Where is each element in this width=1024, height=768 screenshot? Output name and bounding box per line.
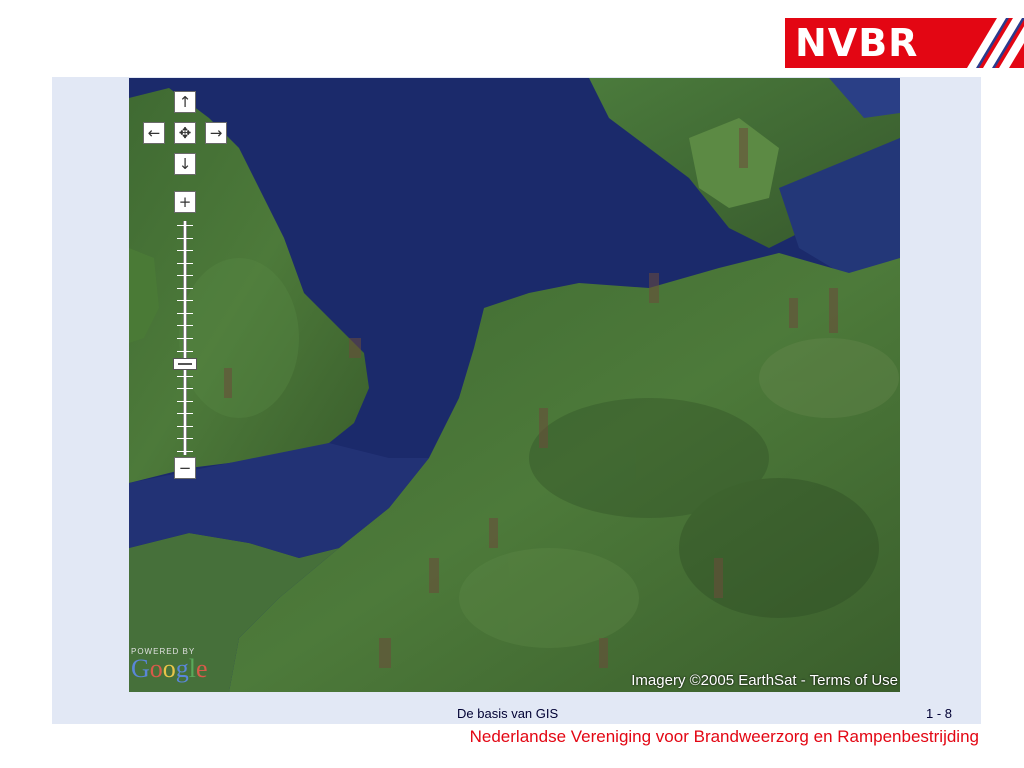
- slide-title: De basis van GIS: [457, 706, 559, 721]
- zoom-tick: [177, 451, 193, 452]
- terms-of-use-link[interactable]: Terms of Use: [810, 672, 898, 689]
- map-attribution: Imagery ©2005 EarthSat - Terms of Use: [631, 672, 898, 689]
- zoom-tick: [177, 300, 193, 301]
- zoom-tick: [177, 225, 193, 226]
- zoom-tick: [177, 438, 193, 439]
- zoom-slider[interactable]: [175, 221, 195, 455]
- zoom-tick: [177, 313, 193, 314]
- nvbr-logo: NVBR: [785, 18, 1024, 68]
- zoom-tick: [177, 325, 193, 326]
- zoom-tick: [177, 288, 193, 289]
- zoom-tick: [177, 426, 193, 427]
- slide-page-number: 1 - 8: [926, 706, 953, 721]
- zoom-tick: [177, 351, 193, 352]
- map-terrain: [129, 78, 900, 692]
- zoom-tick: [177, 413, 193, 414]
- zoom-tick: [177, 376, 193, 377]
- google-letter: e: [196, 654, 208, 683]
- zoom-tick: [177, 250, 193, 251]
- satellite-map[interactable]: ↑ ← ✥ → ↓ + − POWERED BY Google Imagery …: [129, 78, 900, 692]
- zoom-tick: [177, 401, 193, 402]
- zoom-in-button[interactable]: +: [174, 191, 196, 213]
- google-letter: o: [162, 654, 176, 683]
- pan-left-button[interactable]: ←: [143, 122, 165, 144]
- zoom-out-button[interactable]: −: [174, 457, 196, 479]
- pan-right-button[interactable]: →: [205, 122, 227, 144]
- google-letter: l: [188, 654, 197, 683]
- pan-center-button[interactable]: ✥: [174, 122, 196, 144]
- logo-text: NVBR: [795, 21, 919, 65]
- google-letter: g: [175, 654, 189, 683]
- google-letter: o: [149, 654, 163, 683]
- zoom-slider-handle[interactable]: [173, 358, 197, 370]
- imagery-credit: Imagery ©2005 EarthSat: [631, 672, 797, 689]
- zoom-tick: [177, 238, 193, 239]
- google-logo[interactable]: Google: [131, 654, 208, 684]
- attribution-separator: -: [796, 672, 810, 689]
- pan-up-button[interactable]: ↑: [174, 91, 196, 113]
- zoom-tick: [177, 388, 193, 389]
- zoom-tick: [177, 263, 193, 264]
- pan-down-button[interactable]: ↓: [174, 153, 196, 175]
- zoom-tick: [177, 275, 193, 276]
- zoom-tick: [177, 338, 193, 339]
- organization-name: Nederlandse Vereniging voor Brandweerzor…: [469, 727, 979, 746]
- logo-stripes-icon: [967, 18, 1024, 68]
- google-letter: G: [131, 654, 150, 683]
